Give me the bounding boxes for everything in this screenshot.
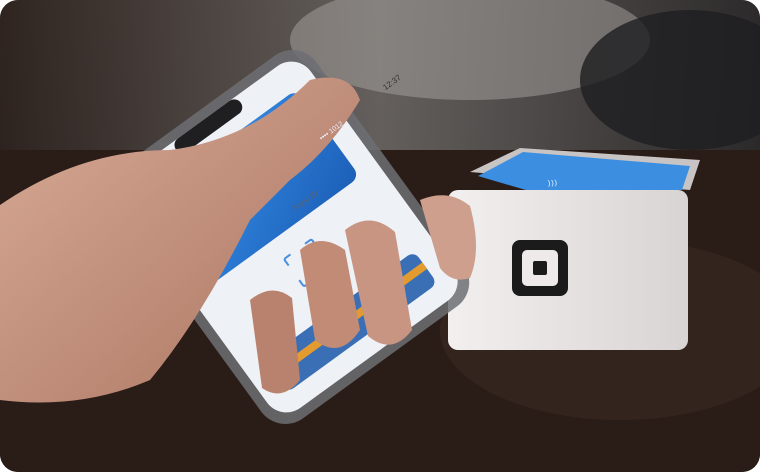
- scene-illustration: [0, 0, 760, 472]
- photo-scene: 12:37 •••• 1012 Face ID ))): [0, 0, 760, 472]
- reader-contactless-text: ))): [547, 179, 559, 188]
- square-logo-center: [533, 261, 547, 275]
